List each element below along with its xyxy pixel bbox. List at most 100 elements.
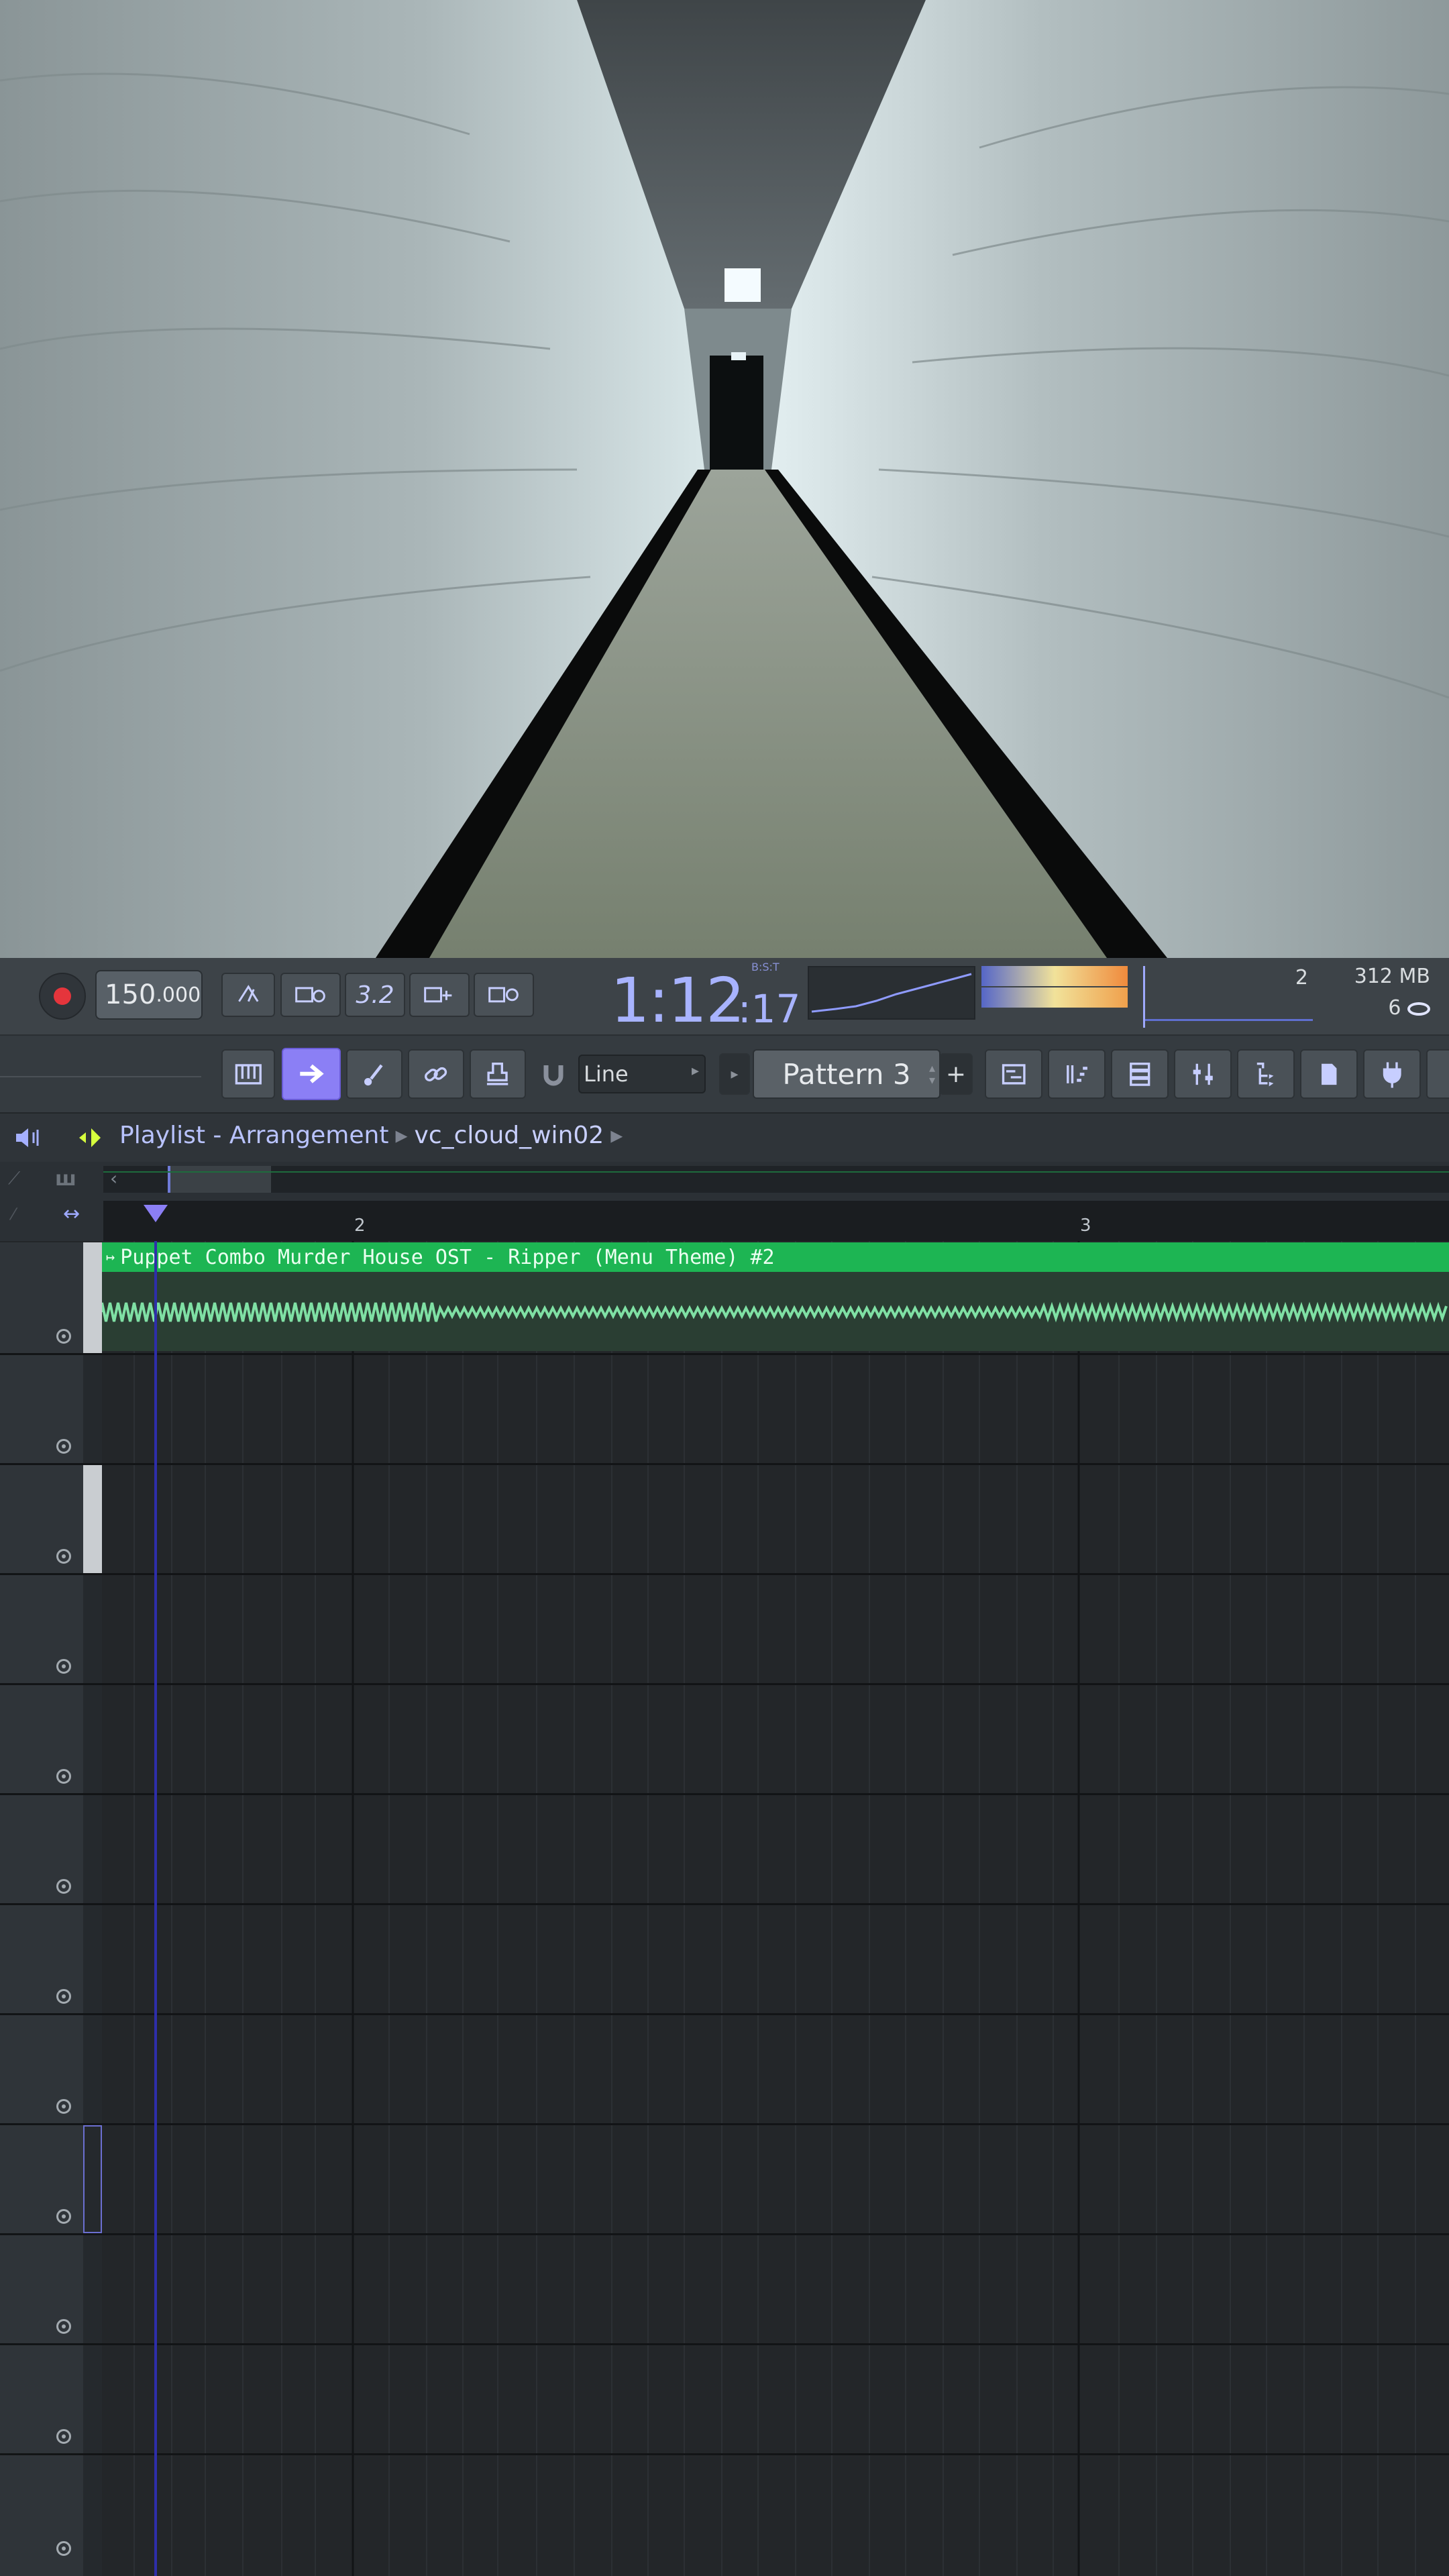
timeline-ruler[interactable]: ‹ ⟋ ш ⁄ ↔ 2 3: [0, 1162, 1449, 1241]
channel-rack-button[interactable]: [1048, 1049, 1106, 1099]
pattern-selector[interactable]: Pattern 3 ▴ ▾: [753, 1049, 941, 1099]
track-mute-icon[interactable]: [56, 1549, 71, 1564]
step-edit-icon: [424, 987, 452, 1003]
track-row[interactable]: [0, 1465, 1449, 1575]
add-pattern-label: +: [945, 1060, 967, 1088]
playlist-breadcrumb: Playlist - Arrangement ▸ vc_cloud_win02 ▸: [119, 1122, 623, 1149]
track-row[interactable]: [0, 1575, 1449, 1685]
paint-tool-button[interactable]: [346, 1049, 402, 1099]
track-mute-icon[interactable]: [56, 1659, 71, 1674]
track-mute-icon[interactable]: [56, 2429, 71, 2444]
step-edit-button[interactable]: [409, 973, 470, 1017]
piano-roll-button[interactable]: [221, 1049, 275, 1099]
slice-tool-button[interactable]: [408, 1049, 464, 1099]
countdown-button[interactable]: 3.2: [345, 973, 405, 1017]
pattern-prev-button[interactable]: ▸: [719, 1053, 750, 1095]
pencil-small-icon[interactable]: ⁄: [12, 1205, 15, 1224]
chevron-right-icon: ▸: [691, 1063, 699, 1079]
metronome-icon: [237, 985, 259, 1002]
draw-tool-button[interactable]: [282, 1048, 341, 1100]
mixer-button[interactable]: [1174, 1049, 1232, 1099]
curve-tool-icon[interactable]: ⟋: [8, 1169, 20, 1189]
speaker-icon[interactable]: [13, 1124, 43, 1151]
mixer-icon: [1193, 1063, 1213, 1085]
record-icon: [54, 987, 71, 1005]
video-frame-corridor: [0, 0, 1449, 958]
playlist-icon: [1002, 1063, 1026, 1085]
track-row[interactable]: [0, 1795, 1449, 1905]
wait-for-input-button[interactable]: [280, 973, 341, 1017]
track-mute-icon[interactable]: [56, 1769, 71, 1784]
pattern-name: Pattern 3: [782, 1057, 911, 1091]
playlist-window-title: Playlist - Arrangement: [119, 1122, 389, 1149]
loop-record-button[interactable]: [474, 973, 534, 1017]
stamp-icon: [487, 1062, 508, 1085]
track-row[interactable]: [0, 1355, 1449, 1465]
cpu-voices: 2: [1295, 966, 1308, 989]
link-icon: [425, 1067, 447, 1081]
memory-value: 312 MB: [1354, 965, 1430, 988]
tempo-display[interactable]: 150.000: [95, 970, 203, 1020]
playhead-marker[interactable]: [144, 1205, 168, 1222]
track-mute-icon[interactable]: [56, 1879, 71, 1894]
add-pattern-button[interactable]: +: [939, 1053, 973, 1095]
step-sequencer-button[interactable]: [1111, 1049, 1169, 1099]
speaker-active-icon[interactable]: [74, 1124, 107, 1151]
magnet-icon[interactable]: [542, 1063, 565, 1088]
audio-clip-header[interactable]: ↦ Puppet Combo Murder House OST - Ripper…: [102, 1242, 1449, 1272]
plugin-icon: [1383, 1062, 1401, 1088]
project-icon: [1321, 1063, 1337, 1085]
track-row[interactable]: [0, 2015, 1449, 2125]
tempo-decimals: .000: [156, 983, 201, 1007]
metronome-button[interactable]: [221, 973, 275, 1017]
track-mute-icon[interactable]: [56, 2541, 71, 2556]
time-signature-label: 3.2: [356, 981, 394, 1009]
time-sub: :17: [738, 986, 801, 1032]
playhead-line: [154, 1241, 157, 2576]
resize-arrows-icon[interactable]: ↔: [63, 1202, 80, 1226]
track-row[interactable]: [0, 2345, 1449, 2455]
tempo-value: 150: [105, 979, 156, 1010]
track-mute-icon[interactable]: [56, 2099, 71, 2114]
play-small-icon: ▸: [731, 1065, 739, 1083]
browser-icon: [1256, 1062, 1274, 1086]
snap-mode-select[interactable]: Line ▸: [578, 1055, 706, 1093]
bar-marker-3: 3: [1080, 1216, 1091, 1236]
cpu-graph: [808, 966, 975, 1020]
updown-arrows-icon: ▴ ▾: [928, 1061, 935, 1087]
time-bar[interactable]: [103, 1201, 1449, 1241]
eye-icon: [1407, 1002, 1430, 1016]
overview-scroller[interactable]: [103, 1166, 1449, 1193]
record-button[interactable]: [39, 973, 86, 1020]
track-row[interactable]: [0, 2125, 1449, 2235]
browser-button[interactable]: [1237, 1049, 1295, 1099]
monitor-panel: 2: [1143, 966, 1315, 1028]
stamp-tool-button[interactable]: [470, 1049, 526, 1099]
audio-clip-waveform[interactable]: [101, 1272, 1449, 1351]
song-position-clock[interactable]: 1:12 :17 B:S:T: [604, 959, 805, 1036]
track-row[interactable]: [0, 2235, 1449, 2345]
track-row[interactable]: [0, 2455, 1449, 2576]
project-button[interactable]: [1300, 1049, 1358, 1099]
clip-label: Puppet Combo Murder House OST - Ripper (…: [120, 1245, 775, 1269]
track-mute-icon[interactable]: [56, 1439, 71, 1454]
extra-button[interactable]: [1426, 1049, 1449, 1099]
hint-bar: [0, 1076, 201, 1077]
plugin-button[interactable]: [1363, 1049, 1421, 1099]
polyphony-value: 6: [1388, 996, 1401, 1020]
playlist-window-button[interactable]: [985, 1049, 1042, 1099]
brush-icon: [364, 1064, 383, 1085]
track-mute-icon[interactable]: [56, 2319, 71, 2334]
piano-small-icon[interactable]: ш: [55, 1167, 76, 1191]
track-mute-icon[interactable]: [56, 2209, 71, 2224]
bar-marker-2: 2: [354, 1216, 366, 1236]
channel-rack-icon: [1066, 1065, 1087, 1083]
track-mute-icon[interactable]: [56, 1329, 71, 1344]
time-main: 1:12: [610, 965, 745, 1036]
piano-roll-icon: [235, 1063, 262, 1085]
scroll-left-icon[interactable]: ‹: [110, 1167, 117, 1189]
overview-thumb[interactable]: [168, 1166, 271, 1193]
track-mute-icon[interactable]: [56, 1989, 71, 2004]
track-row[interactable]: [0, 1905, 1449, 2015]
track-row[interactable]: [0, 1685, 1449, 1795]
